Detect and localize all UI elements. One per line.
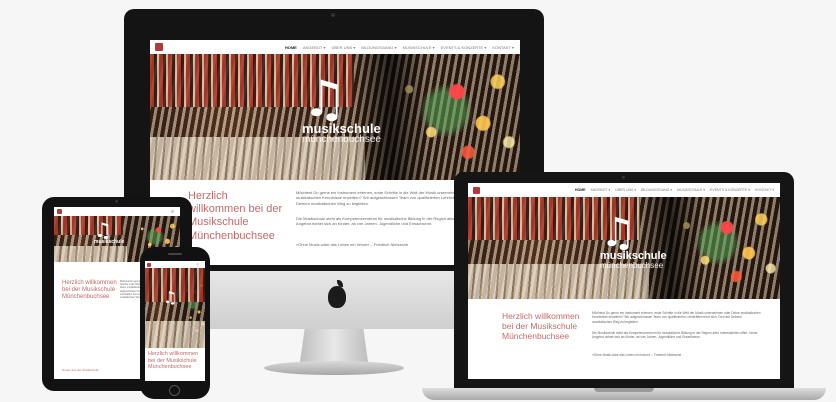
laptop-device: HOME ANGEBOT ▾ ÜBER UNS ▾ BILDUNGSGANG ▾…: [422, 172, 826, 402]
tablet-nav-items: ≡: [171, 209, 174, 215]
desktop-hero-image: ♫ musikschule münchenbuchsee: [150, 54, 520, 180]
phone-menu-icon[interactable]: ≡: [197, 262, 199, 267]
tablet-brand-name: musikschule: [94, 239, 125, 245]
desktop-nav: HOME ANGEBOT ▾ ÜBER UNS ▾ BILDUNGSGANG ▾…: [150, 40, 520, 55]
laptop-nav-item-ueber-uns[interactable]: ÜBER UNS ▾: [615, 188, 636, 192]
phone-site: ≡ ♫ Herzlich willkommen bei der Musiksch…: [145, 261, 205, 381]
laptop-nav-item-events[interactable]: EVENTS & KONZERTE ▾: [710, 188, 750, 192]
laptop-nav: HOME ANGEBOT ▾ ÜBER UNS ▾ BILDUNGSGANG ▾…: [468, 183, 780, 198]
tablet-camera: [115, 200, 118, 203]
phone-device: ≡ ♫ Herzlich willkommen bei der Musiksch…: [140, 247, 210, 399]
nav-item-musikschule[interactable]: MUSIKSCHULE ▾: [403, 45, 435, 50]
hero-brand: ♫ musikschule münchenbuchsee: [302, 74, 381, 145]
laptop-music-note-icon: ♫: [600, 210, 636, 256]
laptop-intro-paragraph: Möchtest Du gerne ein Instrument erlerne…: [592, 311, 761, 324]
brand-place: münchenbuchsee: [302, 134, 381, 145]
laptop-content: Herzlich willkommen bei der Musikschule …: [468, 299, 780, 379]
laptop-brand-place: münchenbuchsee: [600, 261, 664, 270]
phone-music-note-icon: ♫: [163, 288, 178, 307]
laptop-nav-item-angebot[interactable]: ANGEBOT ▾: [590, 188, 610, 192]
phone-welcome-heading: Herzlich willkommen bei der Musikschule …: [148, 351, 199, 371]
imac-foot: [264, 361, 404, 375]
tablet-music-note-icon: ♫: [94, 218, 112, 242]
tablet-piano-keys: [54, 246, 128, 262]
laptop-site: HOME ANGEBOT ▾ ÜBER UNS ▾ BILDUNGSGANG ▾…: [468, 183, 780, 379]
phone-site-logo-icon[interactable]: [147, 262, 151, 267]
nav-item-bildungsgang[interactable]: BILDUNGSGANG ▾: [361, 45, 396, 50]
tablet-news-link[interactable]: Neues aus der Musikschule: [62, 368, 99, 372]
nav-item-kontakt[interactable]: KONTAKT ▾: [492, 45, 514, 50]
phone-hero-image: ♫: [145, 268, 205, 348]
laptop-nav-item-home[interactable]: HOME: [575, 188, 586, 192]
laptop-nav-item-kontakt[interactable]: KONTAKT ▾: [755, 188, 774, 192]
phone-hero-brand: ♫: [163, 290, 177, 306]
laptop-nav-item-bildungsgang[interactable]: BILDUNGSGANG ▾: [641, 188, 672, 192]
tablet-site-logo-icon[interactable]: [57, 209, 62, 214]
laptop-hero-image: ♫ musikschule münchenbuchsee: [468, 197, 780, 299]
nav-item-ueber-uns[interactable]: ÜBER UNS ▾: [331, 45, 355, 50]
desktop-nav-items: HOME ANGEBOT ▾ ÜBER UNS ▾ BILDUNGSGANG ▾…: [285, 45, 514, 50]
laptop-nietzsche-quote: «Ohne Musik wäre das Leben ein Irrtum» –…: [592, 353, 682, 357]
tablet-menu-icon[interactable]: ≡: [171, 209, 174, 215]
laptop-camera: [622, 176, 625, 179]
apple-logo-icon: [328, 286, 346, 308]
laptop-nav-items: HOME ANGEBOT ▾ ÜBER UNS ▾ BILDUNGSGANG ▾…: [575, 188, 774, 192]
imac-camera: [331, 13, 335, 17]
laptop-hero-brand: ♫ musikschule münchenbuchsee: [600, 213, 667, 270]
nav-item-events[interactable]: EVENTS & KONZERTE ▾: [441, 45, 487, 50]
welcome-heading: Herzlich willkommen bei der Musikschule …: [188, 190, 283, 242]
nav-item-home[interactable]: HOME: [285, 45, 297, 50]
nav-item-angebot[interactable]: ANGEBOT ▾: [303, 45, 326, 50]
site-logo-icon[interactable]: [155, 43, 163, 51]
tablet-welcome-heading: Herzlich willkommen bei der Musikschule …: [62, 280, 117, 301]
laptop-welcome-heading: Herzlich willkommen bei der Musikschule …: [502, 311, 580, 342]
phone-nav-items: ≡: [197, 262, 199, 267]
phone-content: Herzlich willkommen bei der Musikschule …: [145, 348, 205, 381]
phone-piano-keys: [145, 320, 205, 348]
tablet-hero-brand: ♫ musikschule: [94, 220, 124, 245]
laptop-intro-paragraph-2: Die Musikschule steht als Kompetenzzentr…: [592, 331, 758, 340]
laptop-site-logo-icon[interactable]: [473, 186, 480, 194]
laptop-nav-item-musikschule[interactable]: MUSIKSCHULE ▾: [677, 188, 705, 192]
laptop-notch: [594, 388, 654, 392]
music-note-icon: ♫: [302, 70, 347, 128]
phone-home-button[interactable]: [169, 385, 180, 396]
phone-speaker: [168, 253, 182, 255]
